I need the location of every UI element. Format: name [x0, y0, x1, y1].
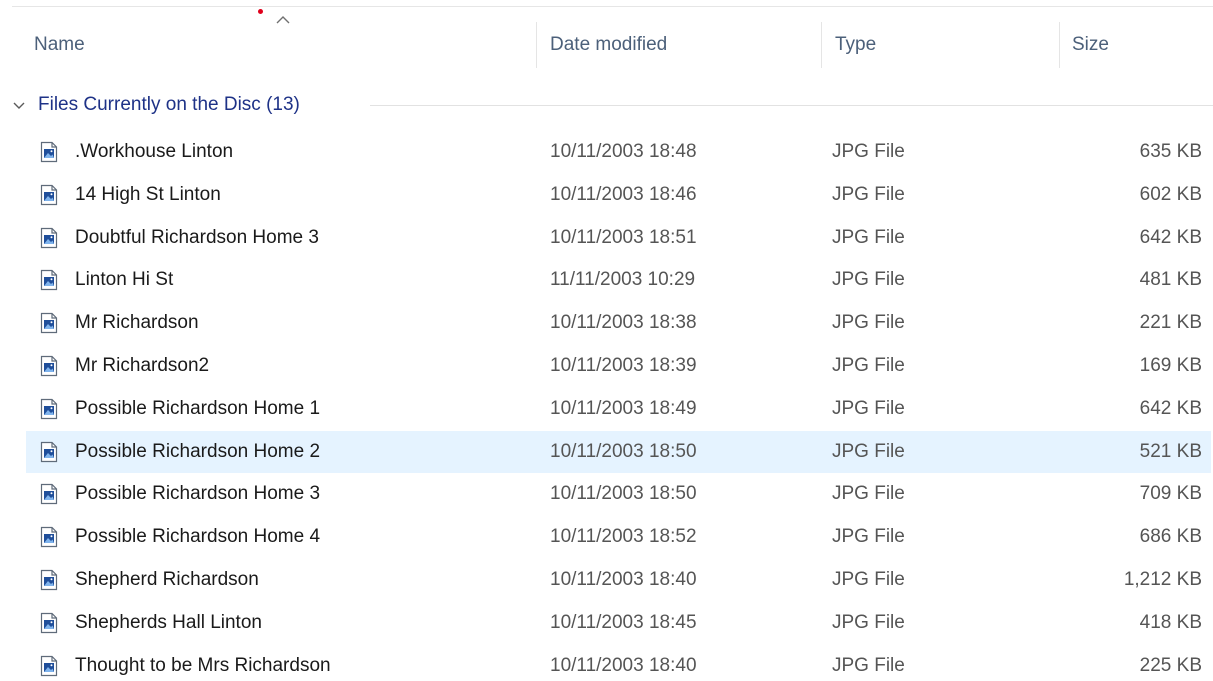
file-row[interactable]: Doubtful Richardson Home 3 10/11/2003 18:… — [26, 217, 1211, 259]
image-file-icon — [40, 398, 58, 419]
file-type: JPG File — [832, 312, 905, 334]
image-file-icon — [40, 355, 58, 377]
column-separator[interactable] — [821, 22, 822, 68]
file-date-modified: 10/11/2003 18:45 — [550, 611, 697, 633]
file-name: Linton Hi St — [75, 269, 174, 291]
file-name: Possible Richardson Home 2 — [75, 440, 321, 462]
image-file-icon — [40, 227, 58, 248]
file-size: 225 KB — [1139, 654, 1202, 676]
file-date-modified: 10/11/2003 18:50 — [550, 483, 697, 505]
file-date-modified: 10/11/2003 18:48 — [550, 141, 697, 162]
file-size: 686 KB — [1139, 526, 1202, 548]
image-file-icon — [40, 655, 58, 676]
file-date-modified: 10/11/2003 18:50 — [550, 440, 697, 462]
file-row[interactable]: Possible Richardson Home 2 10/11/2003 18:… — [26, 430, 1211, 473]
file-size: 521 KB — [1139, 440, 1202, 462]
file-type: JPG File — [832, 226, 905, 248]
file-type: JPG File — [832, 397, 905, 419]
notification-dot — [258, 9, 263, 14]
file-type: JPG File — [832, 526, 905, 548]
image-file-icon — [40, 441, 58, 462]
file-row[interactable]: 14 High St Linton 10/11/2003 18:46 JPG Fil… — [26, 174, 1211, 216]
column-header-size[interactable]: Size — [1062, 22, 1212, 68]
file-date-modified: 10/11/2003 18:46 — [550, 183, 697, 205]
file-name: Mr Richardson — [75, 312, 199, 334]
file-name: Doubtful Richardson Home 3 — [75, 226, 319, 248]
file-size: 602 KB — [1139, 183, 1202, 205]
file-row[interactable]: Shepherd Richardson 10/11/2003 18:40 JPG F… — [26, 559, 1211, 601]
file-date-modified: 10/11/2003 18:52 — [550, 526, 697, 548]
column-separator[interactable] — [536, 22, 537, 68]
file-name: Possible Richardson Home 4 — [75, 526, 321, 548]
file-name: Shepherd Richardson — [75, 569, 259, 590]
file-row[interactable]: Shepherds Hall Linton 10/11/2003 18:45 JPG… — [26, 602, 1211, 644]
file-row[interactable]: .Workhouse Linton 10/11/2003 18:48 JPG Fil… — [26, 131, 1211, 173]
file-row[interactable]: Linton Hi St 11/11/2003 10:29 JPG File 481 … — [26, 259, 1211, 301]
column-separator[interactable] — [1059, 22, 1060, 68]
file-row[interactable]: Possible Richardson Home 4 10/11/2003 18:… — [26, 516, 1211, 558]
file-name: Possible Richardson Home 3 — [75, 483, 321, 505]
image-file-icon — [40, 184, 58, 205]
group-header[interactable]: Files Currently on the Disc (13) — [0, 90, 1213, 120]
file-size: 481 KB — [1139, 269, 1202, 291]
column-header-name[interactable]: Name — [24, 22, 535, 68]
file-date-modified: 11/11/2003 10:29 — [550, 269, 696, 291]
file-size: 642 KB — [1139, 397, 1202, 419]
file-type: JPG File — [832, 141, 905, 162]
file-date-modified: 10/11/2003 18:39 — [550, 355, 697, 376]
column-header-type[interactable]: Type — [825, 22, 1055, 68]
group-divider — [370, 105, 1213, 106]
file-explorer-details-view: Name Date modified Type Size Files Curre… — [0, 0, 1213, 681]
top-border — [12, 6, 1213, 7]
image-file-icon — [40, 484, 58, 505]
file-size: 1,212 KB — [1123, 569, 1202, 590]
file-row[interactable]: Mr Richardson 10/11/2003 18:38 JPG File 221… — [26, 302, 1211, 344]
file-size: 418 KB — [1139, 611, 1202, 633]
file-size: 169 KB — [1139, 355, 1202, 376]
image-file-icon — [40, 612, 58, 633]
column-header-bar: Name Date modified Type Size — [0, 22, 1213, 68]
file-type: JPG File — [832, 483, 905, 505]
file-type: JPG File — [832, 269, 905, 291]
image-file-icon — [40, 141, 58, 163]
file-name: .Workhouse Linton — [75, 141, 234, 162]
file-type: JPG File — [832, 440, 905, 462]
file-name: Mr Richardson2 — [75, 355, 210, 376]
file-type: JPG File — [832, 569, 905, 590]
file-type: JPG File — [832, 355, 905, 376]
file-size: 642 KB — [1139, 226, 1202, 248]
file-date-modified: 10/11/2003 18:38 — [550, 312, 697, 334]
image-file-icon — [40, 569, 58, 591]
file-date-modified: 10/11/2003 18:40 — [550, 654, 697, 676]
file-size: 221 KB — [1139, 312, 1202, 334]
column-header-date-modified[interactable]: Date modified — [540, 22, 816, 68]
file-name: Shepherds Hall Linton — [75, 611, 262, 633]
image-file-icon — [40, 270, 58, 291]
file-size: 709 KB — [1139, 483, 1202, 505]
group-label[interactable]: Files Currently on the Disc (13) — [38, 90, 300, 120]
file-date-modified: 10/11/2003 18:49 — [550, 397, 697, 419]
file-type: JPG File — [832, 183, 905, 205]
file-date-modified: 10/11/2003 18:40 — [550, 569, 697, 590]
file-date-modified: 10/11/2003 18:51 — [550, 226, 697, 248]
file-name: 14 High St Linton — [75, 183, 221, 205]
file-type: JPG File — [832, 654, 905, 676]
chevron-down-icon[interactable] — [12, 99, 26, 111]
file-type: JPG File — [832, 611, 905, 633]
file-row[interactable]: Mr Richardson2 10/11/2003 18:39 JPG File 16… — [26, 345, 1211, 387]
image-file-icon — [40, 527, 58, 548]
file-row[interactable]: Thought to be Mrs Richardson 10/11/2003 1… — [26, 645, 1211, 681]
file-row[interactable]: Possible Richardson Home 3 10/11/2003 18:… — [26, 473, 1211, 515]
file-name: Possible Richardson Home 1 — [75, 397, 321, 419]
file-size: 635 KB — [1139, 141, 1202, 162]
file-row[interactable]: Possible Richardson Home 1 10/11/2003 18:… — [26, 388, 1211, 430]
file-name: Thought to be Mrs Richardson — [75, 654, 331, 676]
image-file-icon — [40, 313, 58, 334]
